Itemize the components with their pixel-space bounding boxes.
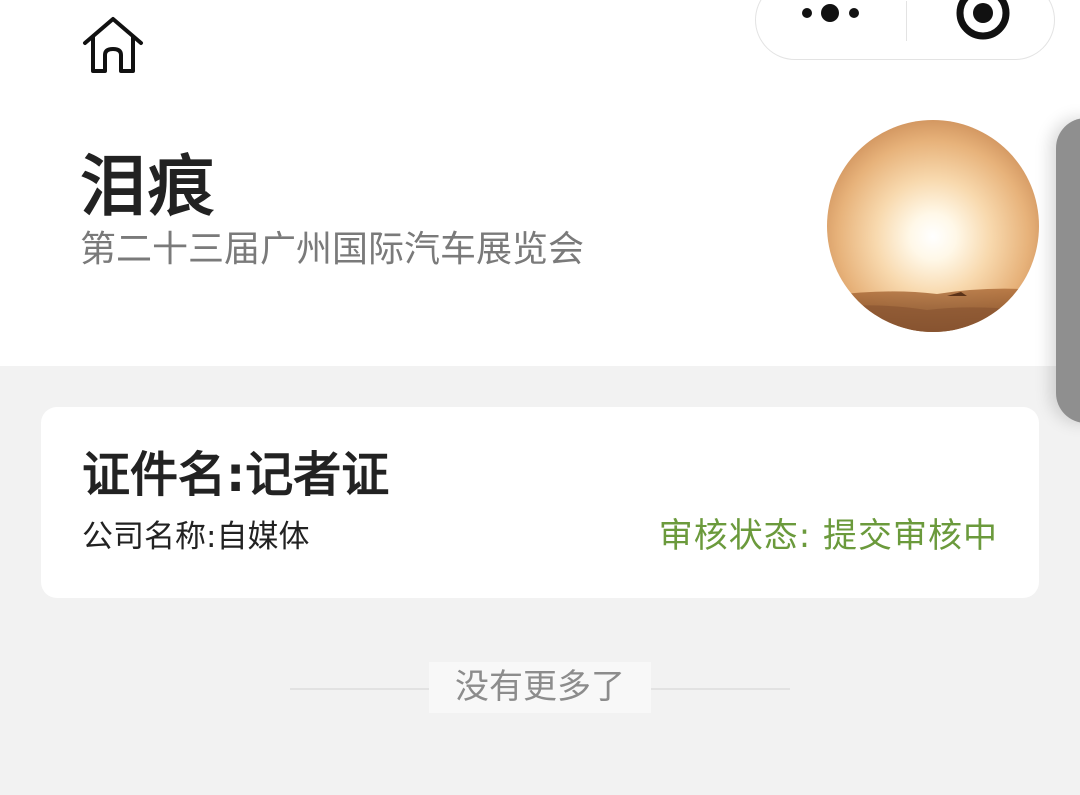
user-name: 泪痕 xyxy=(80,148,216,225)
event-name: 第二十三届广州国际汽车展览会 xyxy=(80,229,585,270)
close-button[interactable] xyxy=(907,0,1056,61)
company-name: 公司名称:自媒体 xyxy=(82,519,310,555)
more-dots-icon xyxy=(802,4,859,22)
sunset-avatar-image xyxy=(827,120,1039,332)
miniprogram-capsule xyxy=(755,0,1055,60)
more-button[interactable] xyxy=(756,0,906,61)
certificate-title: 证件名:记者证 xyxy=(82,447,390,503)
avatar[interactable] xyxy=(827,120,1039,332)
home-icon xyxy=(83,17,143,73)
no-more-label: 没有更多了 xyxy=(429,662,651,713)
target-circle-icon xyxy=(956,0,1010,40)
home-button[interactable] xyxy=(78,10,148,80)
side-drawer-handle[interactable] xyxy=(1056,118,1080,423)
review-status: 审核状态: 提交审核中 xyxy=(658,516,998,556)
certificate-card[interactable]: 证件名:记者证 公司名称:自媒体 审核状态: 提交审核中 xyxy=(41,407,1039,598)
